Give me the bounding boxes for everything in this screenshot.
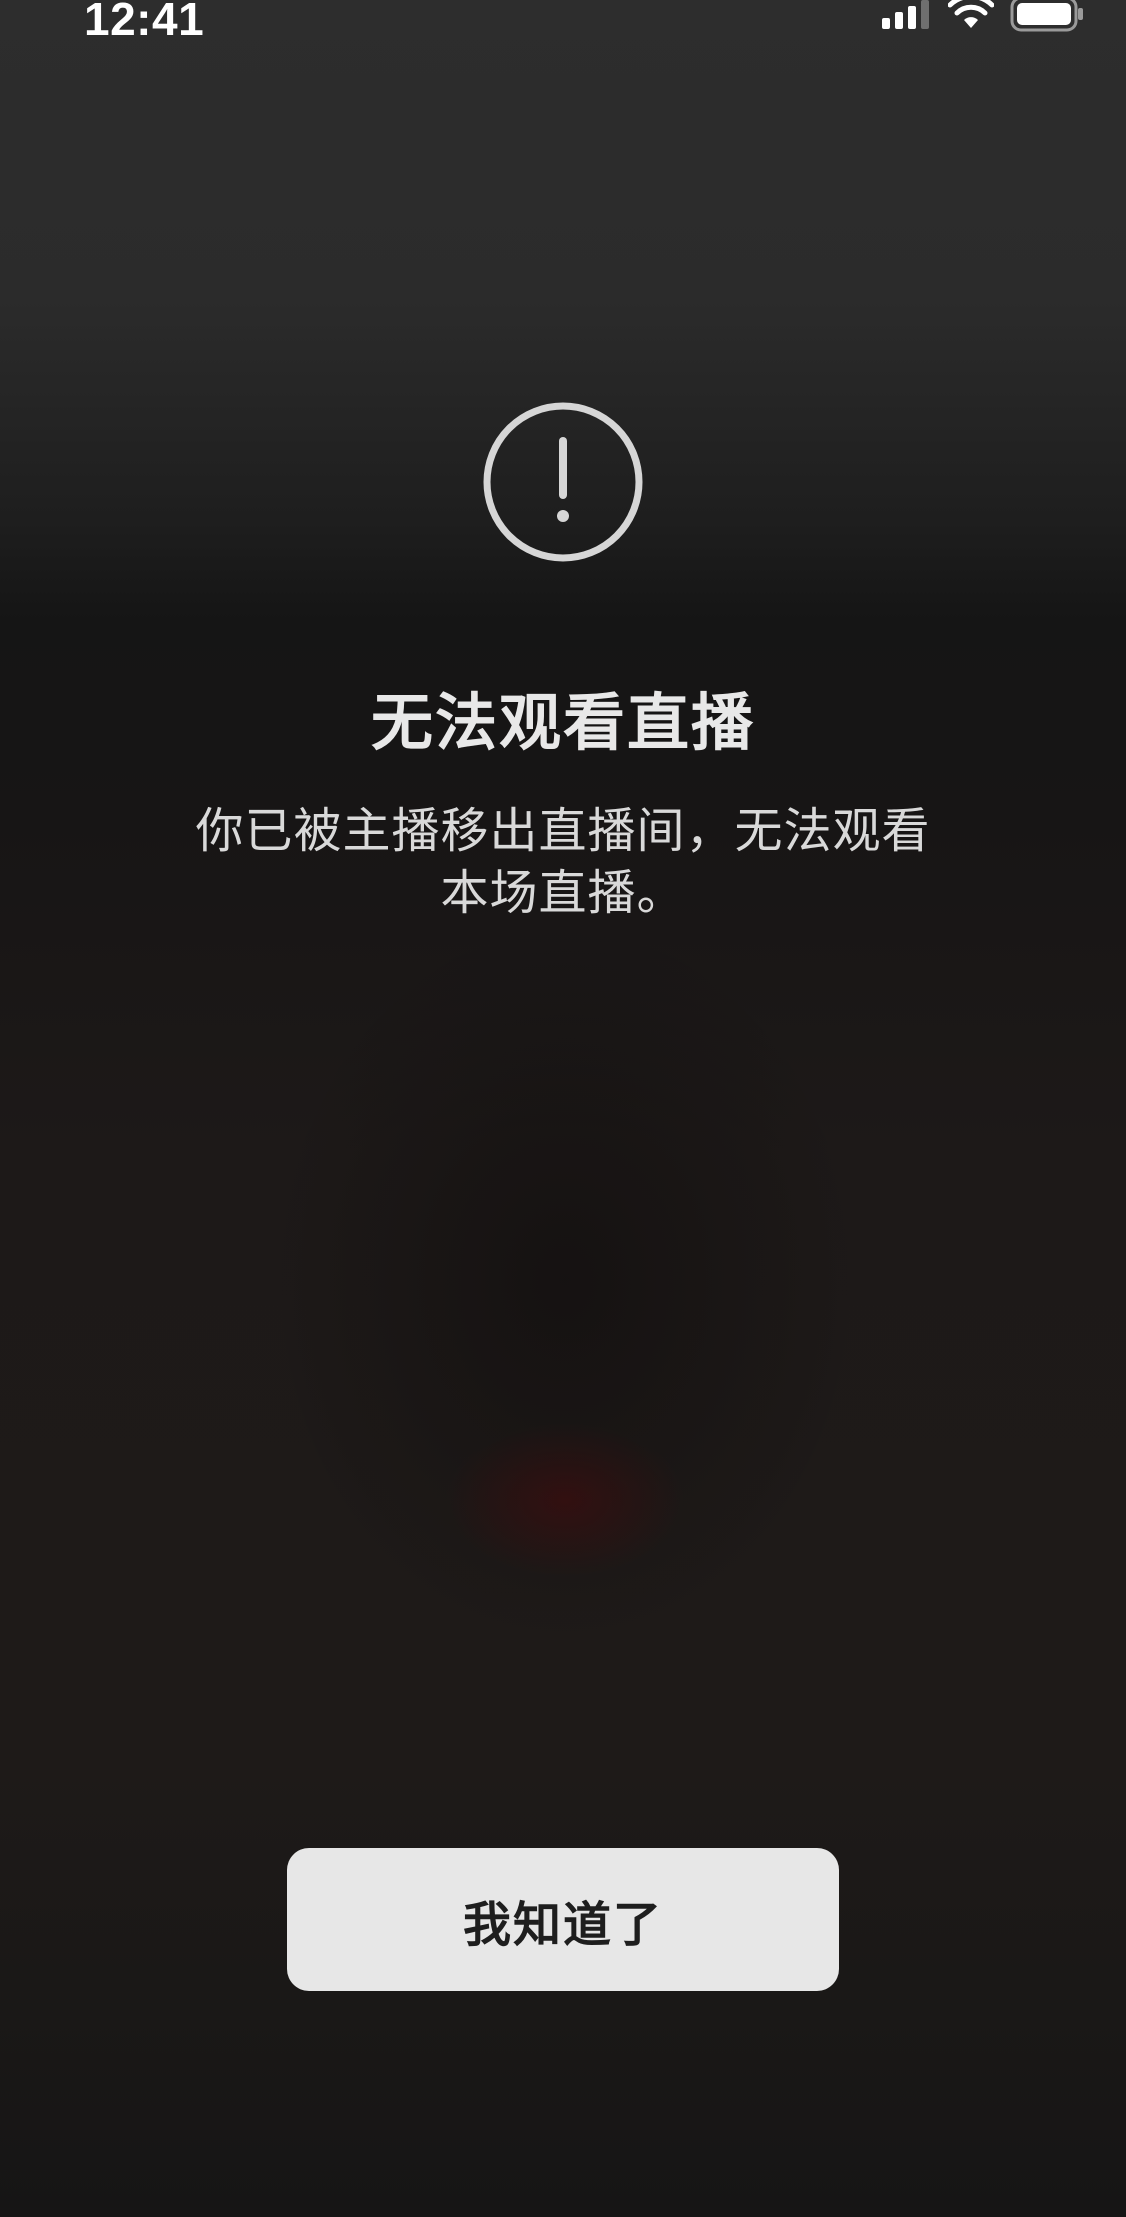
battery-icon xyxy=(1010,0,1083,32)
exclamation-circle-icon xyxy=(483,402,643,562)
status-time: 12:41 xyxy=(84,0,205,45)
wifi-icon xyxy=(948,0,994,28)
dialog-message-line1: 你已被主播移出直播间，无法观看 xyxy=(195,803,931,859)
acknowledge-button[interactable]: 我知道了 xyxy=(287,1848,839,1991)
cellular-signal-icon xyxy=(882,0,929,29)
dialog-message-line2: 本场直播。 xyxy=(440,865,686,921)
status-bar: 12:41 xyxy=(0,0,1126,60)
dialog-title: 无法观看直播 xyxy=(370,686,755,759)
dialog-message: 你已被主播移出直播间，无法观看 本场直播。 xyxy=(163,800,963,924)
